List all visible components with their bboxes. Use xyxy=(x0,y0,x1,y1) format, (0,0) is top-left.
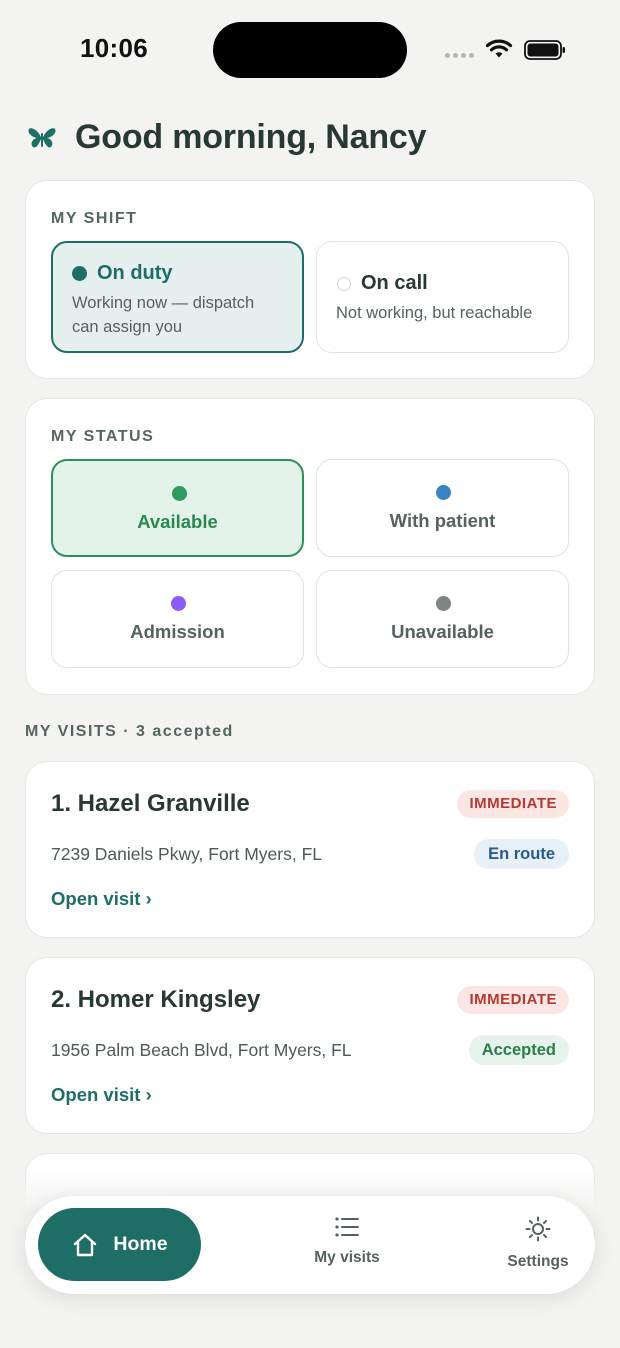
visit-state-badge: Accepted xyxy=(468,1035,569,1065)
shift-option-subtitle: Working now — dispatch can assign you xyxy=(72,294,255,336)
status-option-label: Available xyxy=(137,511,218,532)
shift-option-on-duty[interactable]: On duty Working now — dispatch can assig… xyxy=(51,241,304,353)
shift-option-on-call[interactable]: On call Not working, but reachable xyxy=(316,241,569,353)
bottom-tab-bar: Home My visits Settings xyxy=(25,1196,595,1294)
status-option-label: Unavailable xyxy=(391,621,494,642)
butterfly-logo-icon xyxy=(28,127,56,147)
open-visit-link[interactable]: Open visit › xyxy=(51,888,152,910)
visit-address: 1956 Palm Beach Blvd, Fort Myers, FL xyxy=(51,1040,352,1060)
page-title: Good morning, Nancy xyxy=(75,118,427,156)
greeting-header: Good morning, Nancy xyxy=(27,118,427,157)
tab-settings[interactable]: Settings xyxy=(483,1216,593,1271)
visits-section-label: MY VISITS · 3 accepted xyxy=(25,723,234,740)
status-option-admission[interactable]: Admission xyxy=(51,570,304,668)
tab-my-visits-label: My visits xyxy=(314,1249,380,1266)
status-option-label: Admission xyxy=(130,621,225,642)
dynamic-island xyxy=(213,22,407,78)
status-bar: 10:06 xyxy=(0,0,620,100)
status-option-unavailable[interactable]: Unavailable xyxy=(316,570,569,668)
shift-option-subtitle: Not working, but reachable xyxy=(336,304,533,322)
selected-radio-icon xyxy=(72,266,87,281)
status-option-with-patient[interactable]: With patient xyxy=(316,459,569,557)
status-dot-icon xyxy=(436,596,451,611)
status-dot-icon xyxy=(172,486,187,501)
priority-badge: IMMEDIATE xyxy=(457,790,569,818)
tab-settings-label: Settings xyxy=(507,1253,569,1270)
shift-option-title: On duty xyxy=(97,262,173,284)
visit-patient-name: 1. Hazel Granville xyxy=(51,790,250,817)
status-option-available[interactable]: Available xyxy=(51,459,304,557)
shift-section-label: MY SHIFT xyxy=(51,210,138,227)
unselected-radio-icon xyxy=(337,277,351,291)
signal-icon xyxy=(445,53,474,58)
status-card: MY STATUS Available With patient Admissi… xyxy=(25,398,595,695)
status-section-label: MY STATUS xyxy=(51,428,155,445)
shift-option-title: On call xyxy=(361,272,428,294)
battery-icon xyxy=(524,40,565,60)
visit-patient-name: 2. Homer Kingsley xyxy=(51,986,261,1013)
priority-badge: IMMEDIATE xyxy=(457,986,569,1014)
status-option-label: With patient xyxy=(389,510,496,531)
tab-home-label: Home xyxy=(113,1233,168,1255)
tab-home[interactable]: Home xyxy=(38,1208,201,1281)
open-visit-link[interactable]: Open visit › xyxy=(51,1084,152,1106)
visit-card[interactable]: 1. Hazel Granville IMMEDIATE 7239 Daniel… xyxy=(25,761,595,938)
list-icon xyxy=(335,1217,359,1237)
status-dot-icon xyxy=(171,596,186,611)
status-time: 10:06 xyxy=(80,33,148,63)
visit-card[interactable]: 2. Homer Kingsley IMMEDIATE 1956 Palm Be… xyxy=(25,957,595,1134)
wifi-icon xyxy=(485,39,513,58)
shift-card: MY SHIFT On duty Working now — dispatch … xyxy=(25,180,595,379)
gear-icon xyxy=(525,1216,551,1242)
home-icon xyxy=(74,1233,97,1256)
tab-my-visits[interactable]: My visits xyxy=(292,1216,402,1267)
status-dot-icon xyxy=(436,485,451,500)
visit-address: 7239 Daniels Pkwy, Fort Myers, FL xyxy=(51,844,323,864)
visit-state-badge: En route xyxy=(474,839,569,869)
